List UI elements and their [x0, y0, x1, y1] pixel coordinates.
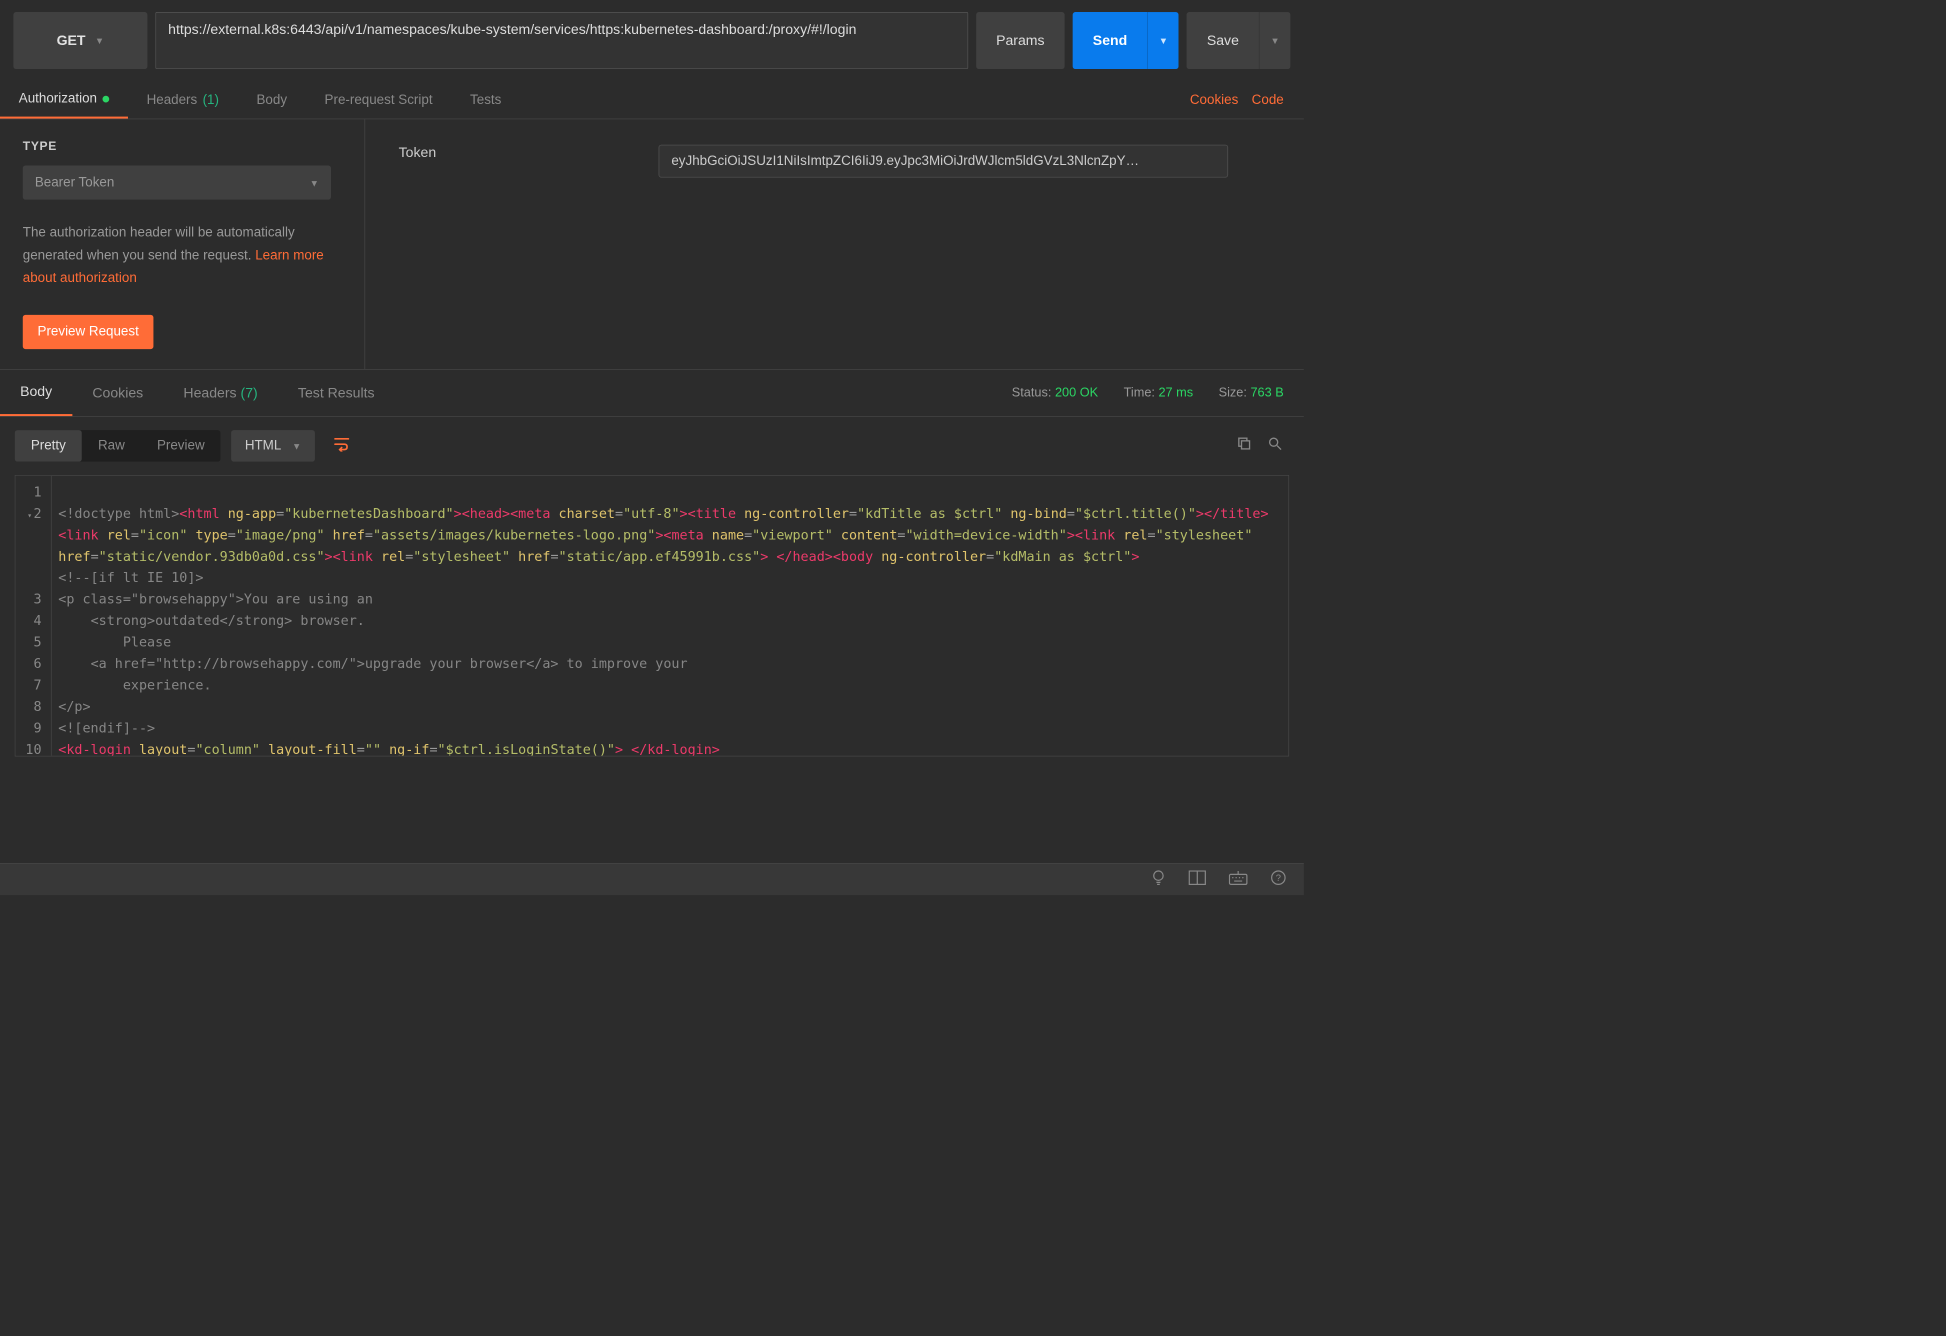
status-label: Status: [1012, 386, 1052, 400]
request-bar: GET ▼ Params Send ▼ Save ▼ [0, 0, 1304, 81]
lightbulb-icon[interactable] [1151, 869, 1166, 890]
status-bar: ? [0, 863, 1304, 895]
tab-body[interactable]: Body [238, 82, 306, 118]
tab-headers-count: (1) [203, 92, 219, 107]
response-action-icons [1237, 436, 1289, 455]
wrap-lines-icon[interactable] [325, 431, 357, 460]
code-content: <!doctype html><html ng-app="kubernetesD… [52, 476, 1289, 756]
keyboard-icon[interactable] [1229, 870, 1248, 889]
save-button-group: Save ▼ [1187, 12, 1291, 69]
time-label: Time: [1124, 386, 1155, 400]
http-method-value: GET [57, 32, 86, 48]
chevron-down-icon: ▼ [292, 441, 301, 452]
request-tabs: Authorization Headers (1) Body Pre-reque… [0, 81, 1304, 119]
send-dropdown-button[interactable]: ▼ [1147, 12, 1178, 69]
http-method-select[interactable]: GET ▼ [13, 12, 147, 69]
copy-icon[interactable] [1237, 436, 1252, 455]
tab-tests[interactable]: Tests [451, 82, 520, 118]
line-gutter: 1▾234567891011 [15, 476, 51, 756]
auth-desc-text: The authorization header will be automat… [23, 225, 295, 263]
tab-authorization[interactable]: Authorization [0, 81, 128, 119]
response-tabs: Body Cookies Headers (7) Test Results St… [0, 369, 1304, 417]
response-tab-cookies[interactable]: Cookies [72, 371, 163, 415]
response-tab-headers-label: Headers [183, 385, 236, 400]
cookies-link[interactable]: Cookies [1183, 92, 1245, 107]
tab-authorization-label: Authorization [19, 91, 97, 106]
auth-type-select[interactable]: Bearer Token ▼ [23, 165, 331, 199]
response-meta: Status: 200 OK Time: 27 ms Size: 763 B [1012, 386, 1304, 401]
authorization-panel: TYPE Bearer Token ▼ The authorization he… [0, 119, 1304, 369]
tab-prerequest[interactable]: Pre-request Script [306, 82, 452, 118]
send-button-group: Send ▼ [1073, 12, 1179, 69]
url-input[interactable] [155, 12, 968, 69]
chevron-down-icon: ▼ [95, 35, 104, 46]
time-value: 27 ms [1158, 386, 1193, 400]
view-raw[interactable]: Raw [82, 430, 141, 461]
response-view-controls: Pretty Raw Preview HTML ▼ [0, 417, 1304, 475]
response-tab-headers-count: (7) [241, 385, 258, 400]
response-body-code[interactable]: 1▾234567891011 <!doctype html><html ng-a… [15, 475, 1289, 756]
view-mode-segment: Pretty Raw Preview [15, 430, 221, 461]
auth-type-heading: TYPE [23, 139, 342, 153]
auth-type-column: TYPE Bearer Token ▼ The authorization he… [0, 119, 365, 369]
auth-description: The authorization header will be automat… [23, 221, 342, 289]
help-icon[interactable]: ? [1270, 869, 1286, 889]
chevron-down-icon: ▼ [1159, 35, 1168, 46]
search-icon[interactable] [1268, 436, 1283, 455]
view-pretty[interactable]: Pretty [15, 430, 82, 461]
response-tab-test-results[interactable]: Test Results [278, 371, 395, 415]
response-tab-body[interactable]: Body [0, 370, 72, 416]
auth-type-value: Bearer Token [35, 175, 114, 190]
auth-fields-column: Token eyJhbGciOiJSUzI1NiIsImtpZCI6IiJ9.e… [365, 119, 1304, 369]
chevron-down-icon: ▼ [1270, 35, 1279, 46]
token-label: Token [399, 145, 627, 161]
preview-request-button[interactable]: Preview Request [23, 315, 154, 349]
save-dropdown-button[interactable]: ▼ [1259, 12, 1290, 69]
size-value: 763 B [1250, 386, 1283, 400]
code-link[interactable]: Code [1245, 92, 1290, 107]
response-tab-headers[interactable]: Headers (7) [163, 371, 278, 415]
tab-headers[interactable]: Headers (1) [128, 82, 238, 118]
send-button[interactable]: Send [1073, 12, 1148, 69]
active-dot-icon [102, 95, 109, 102]
save-button[interactable]: Save [1187, 12, 1259, 69]
response-format-value: HTML [245, 438, 281, 453]
response-format-select[interactable]: HTML ▼ [231, 430, 314, 461]
chevron-down-icon: ▼ [310, 177, 319, 188]
params-button[interactable]: Params [976, 12, 1065, 69]
token-input[interactable]: eyJhbGciOiJSUzI1NiIsImtpZCI6IiJ9.eyJpc3M… [659, 145, 1228, 178]
size-label: Size: [1219, 386, 1247, 400]
svg-text:?: ? [1276, 873, 1281, 883]
status-value: 200 OK [1055, 386, 1098, 400]
tab-headers-label: Headers [147, 92, 198, 107]
panels-icon[interactable] [1189, 870, 1206, 889]
view-preview[interactable]: Preview [141, 430, 221, 461]
